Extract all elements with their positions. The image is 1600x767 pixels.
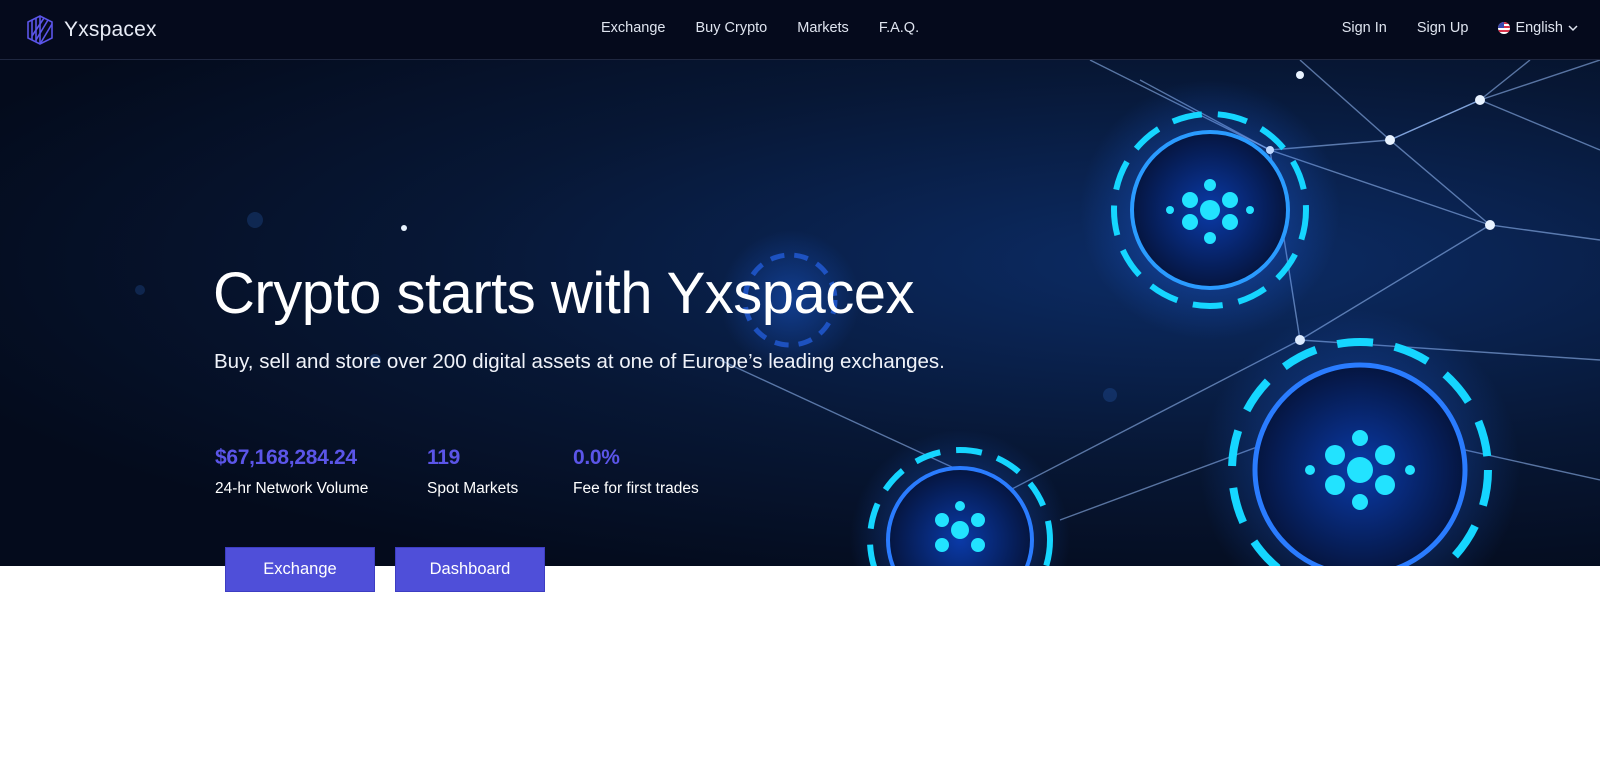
stat-spot-markets: 119 Spot Markets (427, 446, 518, 498)
hero-subtitle: Buy, sell and store over 200 digital ass… (214, 350, 945, 373)
stat-value: 0.0% (573, 446, 620, 469)
chevron-down-icon (1568, 25, 1578, 32)
top-navbar: Yxspacex Exchange Buy Crypto Markets F.A… (0, 0, 1600, 60)
stat-network-volume: $67,168,284.24 24-hr Network Volume (215, 446, 368, 498)
dashboard-button[interactable]: Dashboard (395, 547, 545, 592)
auth-links: Sign In Sign Up English (1342, 20, 1578, 36)
exchange-button[interactable]: Exchange (225, 547, 375, 592)
main-menu: Exchange Buy Crypto Markets F.A.Q. (601, 20, 949, 36)
brand-name: Yxspacex (64, 18, 157, 41)
striped-cube-logo-icon (27, 15, 53, 45)
language-selector[interactable]: English (1498, 20, 1578, 36)
language-label: English (1515, 20, 1563, 36)
nav-link-exchange[interactable]: Exchange (601, 20, 666, 36)
brand[interactable]: Yxspacex (26, 14, 157, 46)
nav-link-markets[interactable]: Markets (797, 20, 849, 36)
nav-link-faq[interactable]: F.A.Q. (879, 20, 919, 36)
hero-title: Crypto starts with Yxspacex (213, 261, 915, 326)
stat-label: Fee for first trades (573, 480, 699, 497)
stat-value: $67,168,284.24 (215, 446, 357, 469)
hero-section: Crypto starts with Yxspacex Buy, sell an… (0, 60, 1600, 566)
nav-link-buy-crypto[interactable]: Buy Crypto (696, 20, 768, 36)
stat-label: Spot Markets (427, 480, 519, 497)
us-flag-icon (1498, 22, 1511, 34)
sign-up-link[interactable]: Sign Up (1417, 20, 1469, 36)
stat-label: 24-hr Network Volume (215, 480, 369, 497)
sign-in-link[interactable]: Sign In (1342, 20, 1387, 36)
stat-fee: 0.0% Fee for first trades (573, 446, 699, 498)
stat-value: 119 (427, 446, 460, 469)
